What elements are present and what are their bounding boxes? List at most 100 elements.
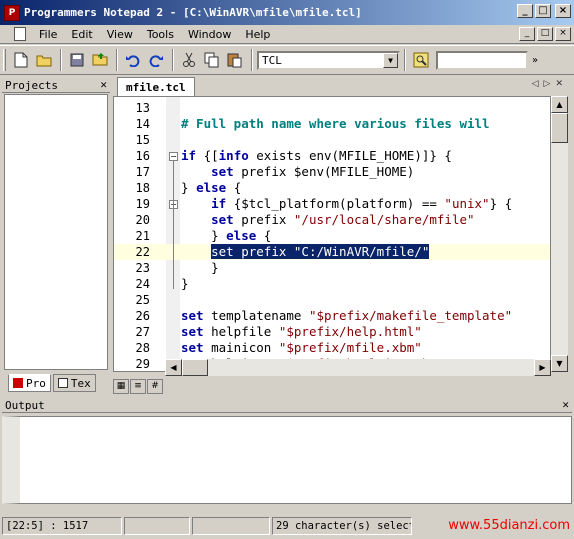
tab-text-clips[interactable]: Tex	[52, 374, 96, 392]
code-text: set mainicon "$prefix/mfile.xbm"	[181, 340, 422, 355]
menu-window[interactable]: Window	[181, 28, 238, 41]
code-line[interactable]: 28 set mainicon "$prefix/mfile.xbm"	[114, 340, 550, 356]
line-number: 15	[135, 133, 150, 147]
chevron-down-icon[interactable]: ▼	[383, 52, 398, 68]
code-line[interactable]: 13	[114, 100, 550, 116]
find-input[interactable]	[436, 50, 528, 70]
code-editor[interactable]: 13 14 # Full path name where various files…	[113, 96, 551, 372]
toolbar-separator	[251, 49, 253, 71]
save-icon[interactable]	[66, 49, 88, 71]
code-line[interactable]: 25	[114, 292, 550, 308]
line-number: 23	[135, 261, 150, 275]
menu-file[interactable]: File	[32, 28, 64, 41]
line-number: 24	[135, 277, 150, 291]
status-selection: 29 character(s) selected	[272, 517, 412, 535]
scheme-select-value: TCL	[262, 53, 282, 67]
mdi-close-button[interactable]: ×	[555, 27, 571, 41]
copy-icon[interactable]	[201, 49, 223, 71]
status-blank	[192, 517, 270, 535]
line-number: 27	[135, 325, 150, 339]
undo-icon[interactable]	[122, 49, 144, 71]
code-line[interactable]: 16 if {[info exists env(MFILE_HOME)]} {	[114, 148, 550, 164]
code-line[interactable]: 22 set prefix "C:/WinAVR/mfile/"	[114, 244, 550, 260]
code-text: set prefix $env(MFILE_HOME)	[211, 164, 415, 179]
tab-mfile-tcl[interactable]: mfile.tcl	[117, 77, 195, 96]
cut-icon[interactable]	[178, 49, 200, 71]
scroll-right-icon[interactable]: ▶	[534, 359, 551, 376]
menu-help[interactable]: Help	[238, 28, 277, 41]
vertical-scroll-thumb[interactable]	[551, 113, 568, 143]
code-line[interactable]: 24}	[114, 276, 550, 292]
fold-toggle-icon[interactable]: −	[169, 152, 178, 161]
code-line[interactable]: 26 set templatename "$prefix/makefile_tem…	[114, 308, 550, 324]
tab-projects[interactable]: Pro	[8, 374, 51, 392]
scheme-select[interactable]: TCL ▼	[257, 50, 400, 70]
window-title: Programmers Notepad 2 - [C:\WinAVR\mfile…	[24, 6, 362, 19]
line-number: 17	[135, 165, 150, 179]
code-line[interactable]: 18} else {	[114, 180, 550, 196]
mdi-restore-button[interactable]: □	[537, 27, 553, 41]
toolbar-separator	[404, 49, 406, 71]
code-text: # Full path name where various files wil…	[181, 116, 490, 131]
menu-bar: File Edit View Tools Window Help _ □ ×	[0, 25, 574, 44]
code-text: }	[181, 276, 189, 291]
output-panel-title: Output	[5, 398, 45, 412]
paste-icon[interactable]	[224, 49, 246, 71]
menu-tools[interactable]: Tools	[140, 28, 181, 41]
scroll-left-icon[interactable]: ◀	[165, 359, 182, 376]
code-line[interactable]: 21 } else {	[114, 228, 550, 244]
code-line[interactable]: 15	[114, 132, 550, 148]
new-file-icon[interactable]	[10, 49, 32, 71]
line-number: 18	[135, 181, 150, 195]
menu-view[interactable]: View	[100, 28, 140, 41]
toolbar-separator	[116, 49, 118, 71]
mdi-minimize-button[interactable]: _	[519, 27, 535, 41]
toolbar-overflow-icon[interactable]: »	[532, 55, 538, 66]
scroll-up-icon[interactable]: ▲	[551, 96, 568, 113]
maximize-button[interactable]: □	[535, 4, 551, 18]
horizontal-scroll-thumb[interactable]	[182, 359, 208, 376]
toolbar: TCL ▼ »	[0, 45, 574, 75]
menu-edit[interactable]: Edit	[64, 28, 99, 41]
tab-navigation[interactable]: ◁▷✕	[532, 79, 568, 89]
code-line[interactable]: 17 set prefix $env(MFILE_HOME)	[114, 164, 550, 180]
hash-view-icon[interactable]: #	[147, 379, 163, 394]
tab-text-clips-label: Tex	[70, 376, 91, 390]
projects-icon	[13, 378, 23, 388]
save-all-icon[interactable]	[89, 49, 111, 71]
output-text[interactable]	[2, 416, 572, 504]
code-text: set templatename "$prefix/makefile_templ…	[181, 308, 513, 323]
open-folder-icon[interactable]	[33, 49, 55, 71]
minimize-button[interactable]: _	[517, 4, 533, 18]
line-number: 29	[135, 357, 150, 371]
vertical-scrollbar[interactable]: ▲ ▼	[551, 96, 568, 372]
toolbar-grip[interactable]	[3, 49, 6, 71]
line-number: 26	[135, 309, 150, 323]
redo-icon[interactable]	[145, 49, 167, 71]
output-panel-header: Output ✕	[2, 398, 572, 413]
close-button[interactable]: ×	[555, 4, 571, 18]
tab-projects-label: Pro	[26, 376, 46, 390]
projects-tree[interactable]	[4, 94, 108, 370]
document-icon[interactable]	[14, 27, 26, 41]
code-line[interactable]: 19 if {$tcl_platform(platform) == "unix"…	[114, 196, 550, 212]
find-icon[interactable]	[410, 49, 432, 71]
close-icon[interactable]: ✕	[562, 398, 569, 411]
scroll-down-icon[interactable]: ▼	[551, 355, 568, 372]
line-number: 14	[135, 117, 150, 131]
projects-panel-header: Projects ✕	[2, 78, 110, 93]
split-view-icon[interactable]: ▦	[113, 379, 129, 394]
line-view-icon[interactable]: ≡	[130, 379, 146, 394]
code-line[interactable]: 27 set helpfile "$prefix/help.html"	[114, 324, 550, 340]
app-icon: P	[4, 4, 20, 21]
line-number: 28	[135, 341, 150, 355]
horizontal-scrollbar[interactable]: ◀ ▶	[165, 359, 551, 376]
close-icon[interactable]: ✕	[100, 78, 107, 91]
code-line[interactable]: 14 # Full path name where various files w…	[114, 116, 550, 132]
line-number: 16	[135, 149, 150, 163]
code-line[interactable]: 23 }	[114, 260, 550, 276]
code-text: }	[181, 260, 219, 275]
fold-guide	[173, 161, 174, 289]
code-line[interactable]: 20 set prefix "/usr/local/share/mfile"	[114, 212, 550, 228]
code-text: if {$tcl_platform(platform) == "unix"} {	[211, 196, 513, 211]
